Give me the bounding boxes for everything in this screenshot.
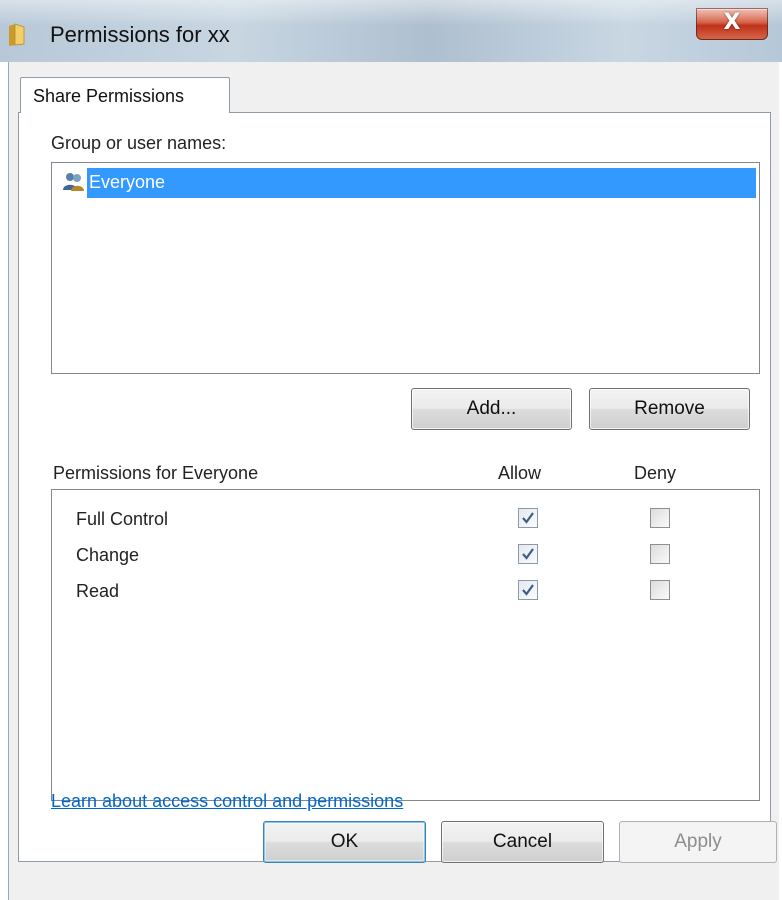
allow-checkbox-full-control[interactable]	[518, 508, 538, 528]
learn-about-access-control-link[interactable]: Learn about access control and permissio…	[51, 791, 403, 812]
deny-checkbox-read[interactable]	[650, 580, 670, 600]
deny-checkbox-change[interactable]	[650, 544, 670, 564]
cancel-button[interactable]: Cancel	[441, 821, 604, 863]
permission-row-full-control: Full Control	[52, 504, 759, 538]
permission-row-change: Change	[52, 540, 759, 574]
list-item-label: Everyone	[87, 168, 756, 198]
allow-checkbox-change[interactable]	[518, 544, 538, 564]
allow-header: Allow	[498, 463, 542, 483]
deny-checkbox-full-control[interactable]	[650, 508, 670, 528]
group-user-listbox[interactable]: Everyone	[51, 162, 760, 374]
tab-label: Share Permissions	[33, 86, 185, 106]
permission-row-read: Read	[52, 576, 759, 610]
list-item-everyone[interactable]: Everyone	[58, 168, 756, 198]
close-icon: X	[723, 10, 741, 35]
add-button[interactable]: Add...	[411, 388, 572, 430]
allow-checkbox-read[interactable]	[518, 580, 538, 600]
dialog-body: Share Permissions Group or user names: E…	[8, 62, 779, 900]
apply-button[interactable]: Apply	[619, 821, 777, 863]
permissions-for-label: Permissions for Everyone	[53, 463, 259, 483]
folder-icon	[8, 23, 28, 47]
permission-name: Read	[76, 581, 120, 601]
ok-button[interactable]: OK	[263, 821, 426, 863]
checkmark-icon	[522, 584, 534, 596]
permissions-list: Full Control Change Read	[51, 489, 760, 801]
title-bar[interactable]: Permissions for xx X	[0, 0, 782, 62]
permission-name: Change	[76, 545, 140, 565]
window-title: Permissions for xx	[50, 22, 230, 47]
permission-name: Full Control	[76, 509, 169, 529]
users-icon	[62, 172, 86, 192]
close-button[interactable]: X	[696, 8, 768, 40]
checkmark-icon	[522, 512, 534, 524]
remove-button[interactable]: Remove	[589, 388, 750, 430]
deny-header: Deny	[634, 463, 677, 483]
group-or-user-names-label: Group or user names:	[51, 133, 227, 153]
checkmark-icon	[522, 548, 534, 560]
tab-share-permissions[interactable]: Share Permissions	[20, 77, 230, 113]
